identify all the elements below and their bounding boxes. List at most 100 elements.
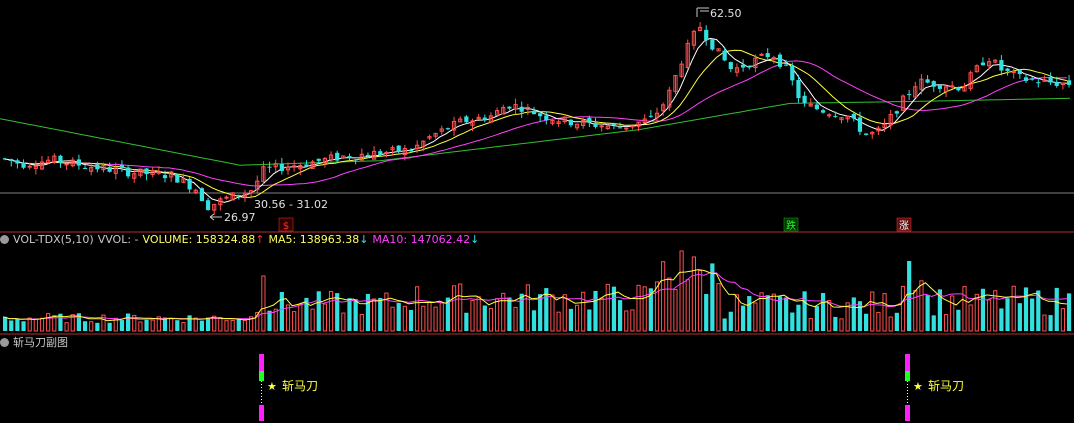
candle-body	[64, 163, 69, 166]
volume-bar	[820, 293, 826, 331]
volume-bar	[962, 286, 967, 332]
volume-bar	[519, 293, 524, 331]
candle-body	[175, 174, 180, 183]
volume-bar	[716, 283, 721, 332]
candle-body	[187, 178, 192, 190]
volume-bar	[390, 306, 395, 332]
volume-bar	[507, 297, 512, 331]
signal-marker-0: $	[283, 221, 289, 232]
volume-bar	[777, 296, 783, 331]
signal-label: 斩马刀	[928, 379, 964, 393]
volume-bar	[353, 299, 358, 331]
volume-bar	[667, 277, 672, 332]
volume-bar	[310, 308, 315, 332]
volume-bar	[950, 295, 955, 332]
volume-bar	[556, 311, 561, 332]
candle-body	[704, 29, 709, 41]
volume-bar	[728, 311, 733, 331]
candle-body	[1005, 68, 1010, 72]
candle-body	[1030, 78, 1035, 80]
candle-body	[464, 116, 469, 123]
volume-bar	[107, 322, 112, 331]
candle-body	[827, 114, 832, 117]
volume-bar	[150, 319, 155, 332]
candle-body	[624, 127, 629, 130]
volume-bar	[193, 317, 198, 332]
volume-bar	[328, 291, 334, 332]
signal-star-icon: ★	[267, 380, 277, 393]
candle-body	[568, 119, 573, 126]
volume-bar	[673, 289, 678, 332]
candle-body	[1036, 82, 1041, 84]
volume-bar	[15, 318, 20, 331]
candle-body	[304, 164, 309, 167]
volume-bar	[661, 261, 666, 332]
volume-bar	[292, 311, 297, 332]
volume-bar	[476, 296, 481, 332]
candle-body	[599, 125, 604, 128]
kline-chart[interactable]: 62.50 26.9730.56 - 31.02 $ 跌 涨 ★ 斩马刀 ★ 斩马刀	[0, 0, 1074, 423]
volume-bar	[421, 305, 426, 332]
volume-bar	[27, 317, 32, 332]
volume-bar	[876, 311, 881, 332]
candle-body	[999, 60, 1004, 71]
volume-bar	[568, 308, 573, 331]
candle-body	[814, 104, 819, 110]
candle-body	[21, 162, 26, 168]
ma5-value: MA5: 138963.38	[268, 233, 360, 246]
signal-star-icon: ★	[913, 380, 923, 393]
volume-bar	[679, 250, 684, 332]
candle-body	[408, 150, 414, 152]
volume-bar	[574, 304, 580, 332]
candle-body	[937, 85, 942, 89]
volume-bar	[808, 318, 813, 332]
candle-body	[1023, 77, 1029, 81]
volume-bar	[242, 319, 248, 332]
volume-bar	[279, 291, 284, 331]
volume-bar	[624, 310, 629, 332]
candle-body	[1066, 80, 1072, 85]
volume-indicator-title[interactable]: VOL-TDX(5,10)	[13, 233, 94, 246]
candle-body	[519, 106, 524, 112]
ma5-down-arrow-icon: ↓	[359, 233, 369, 246]
volume-bar	[427, 301, 432, 332]
volume-bar	[396, 302, 401, 331]
candle-body	[851, 113, 856, 119]
candle-body	[759, 53, 764, 56]
volume-bar	[784, 297, 789, 331]
volume-bar	[138, 321, 143, 332]
candle-body	[482, 117, 487, 121]
low-marker-icon	[209, 213, 222, 221]
volume-bar	[888, 316, 893, 332]
volume-bar	[347, 298, 352, 331]
candle-body	[378, 151, 383, 155]
candle-body	[630, 125, 635, 128]
volume-bar	[169, 317, 174, 332]
candle-body	[593, 122, 598, 127]
volume-bar	[359, 314, 364, 332]
candle-body	[956, 87, 961, 91]
volume-bar	[802, 291, 807, 331]
candle-body	[267, 166, 272, 168]
candle-body	[611, 123, 617, 125]
candle-body	[384, 151, 389, 154]
signal-bar-magenta	[905, 405, 910, 421]
volume-bar	[415, 286, 420, 332]
volume-bar	[987, 299, 992, 332]
panel-toggle-icon[interactable]	[0, 338, 9, 347]
candle-body	[796, 79, 801, 99]
volume-value: VOLUME: 158324.88	[142, 233, 256, 246]
sub-panel-title[interactable]: 斩马刀副图	[13, 336, 68, 349]
candle-body	[58, 155, 63, 164]
volume-bar	[993, 290, 998, 332]
panel-toggle-icon[interactable]	[0, 235, 9, 244]
volume-bar	[1030, 298, 1035, 331]
candle-body	[15, 160, 20, 164]
ma-green-line	[0, 97, 1071, 166]
volume-bar	[199, 320, 204, 331]
volume-bar	[765, 295, 770, 331]
volume-bar	[365, 293, 371, 331]
volume-bar	[925, 295, 930, 331]
ma10-value: MA10: 147062.42	[372, 233, 471, 246]
volume-bar	[814, 306, 819, 331]
